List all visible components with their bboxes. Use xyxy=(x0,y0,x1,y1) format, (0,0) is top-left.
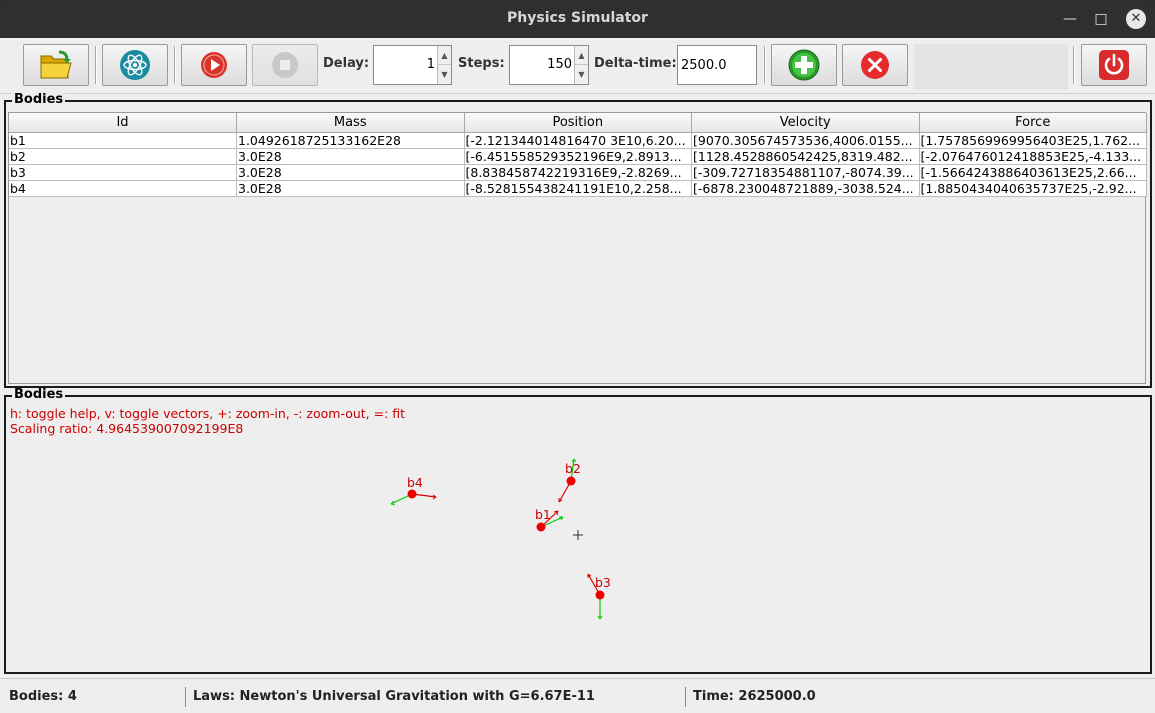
column-header-velocity[interactable]: Velocity xyxy=(691,113,920,133)
body-b1: b1 xyxy=(535,507,564,532)
run-button[interactable] xyxy=(181,44,247,86)
minimize-icon[interactable]: — xyxy=(1060,9,1080,29)
body-dot xyxy=(536,522,546,532)
cell-force: [-1.5664243886403613E25,2.66... xyxy=(919,164,1147,181)
main-window: Delay: 1 ▲ ▼ Steps: 150 ▲ ▼ Delta-time: xyxy=(0,38,1155,713)
exit-button[interactable] xyxy=(1081,44,1147,86)
help-text: h: toggle help, v: toggle vectors, +: zo… xyxy=(10,406,405,421)
cell-velocity: [-309.72718354881107,-8074.39... xyxy=(691,164,920,181)
cell-position: [-6.451558529352196E9,2.8913... xyxy=(464,148,692,165)
cell-id: b4 xyxy=(9,180,237,197)
delay-value: 1 xyxy=(426,57,435,72)
delay-spinner[interactable]: 1 ▲ ▼ xyxy=(373,45,452,85)
cell-velocity: [-6878.230048721889,-3038.524... xyxy=(691,180,920,197)
body-label: b2 xyxy=(565,461,581,476)
body-label: b4 xyxy=(407,475,423,490)
x-circle-icon xyxy=(861,51,889,79)
physics-laws-button[interactable] xyxy=(102,44,168,86)
status-bar: Bodies: 4 Laws: Newton's Universal Gravi… xyxy=(0,678,1155,713)
bodies-table-scroll[interactable]: Id Mass Position Velocity Force b1 1.049… xyxy=(8,112,1147,384)
steps-label: Steps: xyxy=(458,56,505,71)
delay-up-icon[interactable]: ▲ xyxy=(438,46,451,65)
delay-spinner-arrows: ▲ ▼ xyxy=(437,46,451,84)
cell-position: [-8.528155438241191E10,2.258... xyxy=(464,180,692,197)
scaling-ratio-text: Scaling ratio: 4.964539007092199E8 xyxy=(10,421,243,436)
add-body-button[interactable] xyxy=(771,44,837,86)
status-laws: Laws: Newton's Universal Gravitation wit… xyxy=(193,689,595,704)
body-dot xyxy=(595,590,605,600)
cell-mass: 3.0E28 xyxy=(236,148,465,165)
bodies-table: Id Mass Position Velocity Force b1 1.049… xyxy=(9,113,1147,197)
open-file-button[interactable] xyxy=(23,44,89,86)
column-header-id[interactable]: Id xyxy=(9,113,237,133)
body-label: b3 xyxy=(595,575,611,590)
table-row[interactable]: b3 3.0E28 [8.838458742219316E9,-2.8269..… xyxy=(9,164,1147,181)
power-icon xyxy=(1099,50,1129,80)
bodies-table-panel: Bodies Id Mass Position Velocity Force b… xyxy=(4,93,1152,388)
status-bodies-count: Bodies: 4 xyxy=(9,689,77,704)
cell-id: b1 xyxy=(9,132,237,149)
maximize-icon[interactable]: □ xyxy=(1091,9,1111,29)
delay-label: Delay: xyxy=(323,56,370,71)
atom-icon xyxy=(120,50,150,80)
body-label: b1 xyxy=(535,507,551,522)
steps-value: 150 xyxy=(547,57,572,72)
cell-id: b3 xyxy=(9,164,237,181)
table-row[interactable]: b1 1.0492618725133162E28 [-2.12134401481… xyxy=(9,132,1147,149)
table-row[interactable]: b4 3.0E28 [-8.528155438241191E10,2.258..… xyxy=(9,180,1147,197)
window-title: Physics Simulator xyxy=(507,10,648,26)
cell-force: [-2.076476012418853E25,-4.133... xyxy=(919,148,1147,165)
cell-mass: 3.0E28 xyxy=(236,180,465,197)
steps-down-icon[interactable]: ▼ xyxy=(575,65,588,84)
bodies-viewer-panel: Bodies h: toggle help, v: toggle vectors… xyxy=(4,388,1152,674)
body-b2: b2 xyxy=(558,458,581,503)
column-header-force[interactable]: Force xyxy=(919,113,1147,133)
stop-button[interactable] xyxy=(252,44,318,86)
body-dot xyxy=(566,476,576,486)
title-bar: Physics Simulator — □ ✕ xyxy=(0,0,1155,38)
bodies-table-title: Bodies xyxy=(12,92,66,107)
cell-mass: 3.0E28 xyxy=(236,164,465,181)
close-icon[interactable]: ✕ xyxy=(1126,9,1146,29)
steps-up-icon[interactable]: ▲ xyxy=(575,46,588,65)
center-crosshair xyxy=(573,530,583,540)
delta-time-input[interactable] xyxy=(677,45,757,85)
steps-spinner[interactable]: 150 ▲ ▼ xyxy=(509,45,589,85)
toolbar-spacer xyxy=(914,44,1068,90)
steps-spinner-arrows: ▲ ▼ xyxy=(574,46,588,84)
folder-open-icon xyxy=(40,50,72,79)
delay-down-icon[interactable]: ▼ xyxy=(438,65,451,84)
cell-velocity: [1128.4528860542425,8319.482... xyxy=(691,148,920,165)
body-b3: b3 xyxy=(587,573,611,620)
cell-force: [1.8850434040635737E25,-2.92... xyxy=(919,180,1147,197)
body-dot xyxy=(407,489,417,499)
toolbar: Delay: 1 ▲ ▼ Steps: 150 ▲ ▼ Delta-time: xyxy=(0,38,1155,94)
cell-id: b2 xyxy=(9,148,237,165)
cell-mass: 1.0492618725133162E28 xyxy=(236,132,465,149)
table-row[interactable]: b2 3.0E28 [-6.451558529352196E9,2.8913..… xyxy=(9,148,1147,165)
stop-icon xyxy=(272,52,298,78)
body-b4: b4 xyxy=(390,475,437,506)
column-header-mass[interactable]: Mass xyxy=(236,113,465,133)
cell-force: [1.7578569969956403E25,1.762... xyxy=(919,132,1147,149)
delta-time-label: Delta-time: xyxy=(594,56,677,71)
cell-position: [8.838458742219316E9,-2.8269... xyxy=(464,164,692,181)
remove-body-button[interactable] xyxy=(842,44,908,86)
cell-position: [-2.121344014816470 3E10,6.20... xyxy=(464,132,692,149)
status-time: Time: 2625000.0 xyxy=(693,689,816,704)
plus-circle-icon xyxy=(788,49,820,81)
simulation-canvas[interactable]: h: toggle help, v: toggle vectors, +: zo… xyxy=(6,397,1150,672)
column-header-position[interactable]: Position xyxy=(464,113,692,133)
play-icon xyxy=(201,52,227,78)
cell-velocity: [9070.305674573536,4006.0155... xyxy=(691,132,920,149)
